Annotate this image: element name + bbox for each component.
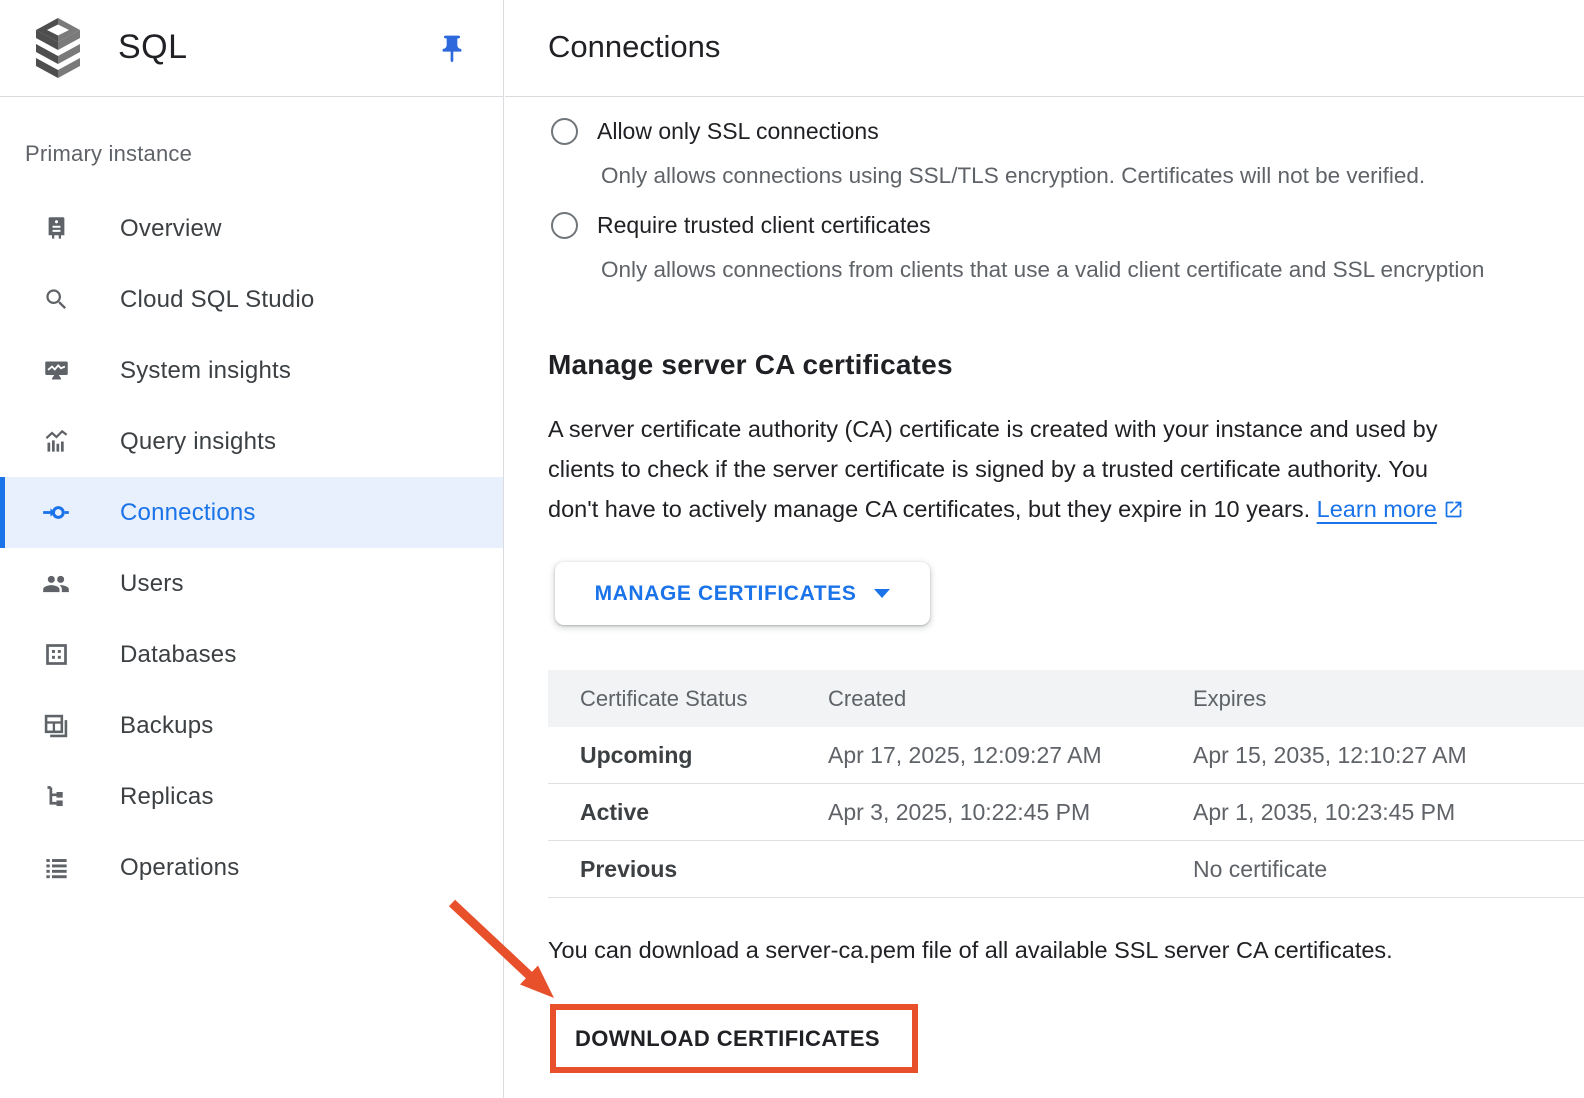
radio-label[interactable]: Require trusted client certificates (597, 212, 931, 239)
sidebar-item-overview[interactable]: Overview (0, 193, 503, 264)
body-line: don't have to actively manage CA certifi… (548, 496, 1310, 522)
column-header: Created (828, 686, 1193, 712)
sidebar-item-label: Databases (120, 641, 237, 669)
sidebar-item-backups[interactable]: Backups (0, 690, 503, 761)
sidebar-item-databases[interactable]: Databases (0, 619, 503, 690)
query-stats-icon (42, 428, 70, 456)
download-certificates-button[interactable]: DOWNLOAD CERTIFICATES (556, 1026, 880, 1052)
cert-created-cell: Apr 17, 2025, 12:09:27 AM (828, 742, 1193, 769)
learn-more-link[interactable]: Learn more (1317, 496, 1464, 522)
sidebar-item-replicas[interactable]: Replicas (0, 761, 503, 832)
section-body: A server certificate authority (CA) cert… (548, 409, 1558, 529)
sidebar-item-operations[interactable]: Operations (0, 832, 503, 903)
sidebar-item-connections[interactable]: Connections (0, 477, 503, 548)
monitoring-icon (42, 357, 70, 385)
table-header-row: Certificate Status Created Expires (548, 670, 1584, 727)
cert-expires-cell: Apr 1, 2035, 10:23:45 PM (1193, 799, 1584, 826)
cert-status-cell: Previous (548, 856, 828, 883)
page-header: Connections (505, 0, 1584, 97)
cert-expires-cell: Apr 15, 2035, 12:10:27 AM (1193, 742, 1584, 769)
sidebar-item-label: Replicas (120, 783, 214, 811)
sidebar-item-label: System insights (120, 357, 291, 385)
external-link-icon (1443, 499, 1464, 520)
annotation-highlight-box: DOWNLOAD CERTIFICATES (550, 1004, 918, 1073)
sidebar-item-label: Query insights (120, 428, 276, 456)
learn-more-label: Learn more (1317, 496, 1437, 522)
radio-label[interactable]: Allow only SSL connections (597, 118, 879, 145)
manage-certificates-label: MANAGE CERTIFICATES (595, 582, 857, 606)
sidebar-item-label: Users (120, 570, 184, 598)
people-icon (42, 570, 70, 598)
column-header: Expires (1193, 686, 1584, 712)
backup-windows-icon (42, 712, 70, 740)
radio-button[interactable] (551, 212, 578, 239)
section-heading: Manage server CA certificates (548, 349, 953, 381)
certificates-table: Certificate Status Created Expires Upcom… (548, 670, 1584, 898)
sidebar-header: SQL (0, 0, 503, 97)
radio-button[interactable] (551, 118, 578, 145)
tree-icon (42, 783, 70, 811)
manage-certificates-button[interactable]: MANAGE CERTIFICATES (555, 562, 930, 625)
sidebar: SQL Primary instance Overview Cloud SQL … (0, 0, 504, 1098)
cert-status-cell: Active (548, 799, 828, 826)
cert-status-cell: Upcoming (548, 742, 828, 769)
sidebar-item-query-insights[interactable]: Query insights (0, 406, 503, 477)
ssl-option-description: Only allows connections using SSL/TLS en… (601, 163, 1425, 189)
sidebar-item-system-insights[interactable]: System insights (0, 335, 503, 406)
cert-expires-cell: No certificate (1193, 856, 1584, 883)
body-line: A server certificate authority (CA) cert… (548, 416, 1437, 442)
sidebar-item-cloud-sql-studio[interactable]: Cloud SQL Studio (0, 264, 503, 335)
main-content: Connections Allow only SSL connections O… (505, 0, 1584, 1098)
cloud-sql-console: SQL Primary instance Overview Cloud SQL … (0, 0, 1584, 1098)
database-grid-icon (42, 641, 70, 669)
sql-product-logo-icon (30, 18, 86, 80)
sidebar-item-users[interactable]: Users (0, 548, 503, 619)
page-title: Connections (548, 29, 720, 65)
sidebar-item-label: Connections (120, 499, 256, 527)
instance-icon (42, 215, 70, 243)
pin-icon[interactable] (436, 33, 468, 65)
list-icon (42, 854, 70, 882)
sidebar-item-label: Operations (120, 854, 239, 882)
dropdown-caret-icon (874, 589, 890, 598)
ssl-option-allow-only-ssl: Allow only SSL connections (551, 118, 879, 145)
table-row: Active Apr 3, 2025, 10:22:45 PM Apr 1, 2… (548, 784, 1584, 841)
cert-created-cell: Apr 3, 2025, 10:22:45 PM (828, 799, 1193, 826)
product-title: SQL (118, 28, 188, 67)
sidebar-item-label: Overview (120, 215, 222, 243)
search-icon (42, 286, 70, 314)
table-row: Upcoming Apr 17, 2025, 12:09:27 AM Apr 1… (548, 727, 1584, 784)
sidebar-item-label: Backups (120, 712, 213, 740)
body-line: clients to check if the server certifica… (548, 456, 1428, 482)
ssl-option-require-client-certs: Require trusted client certificates (551, 212, 931, 239)
sidebar-item-label: Cloud SQL Studio (120, 286, 314, 314)
ssl-option-description: Only allows connections from clients tha… (601, 257, 1484, 283)
instance-section-label: Primary instance (25, 141, 192, 167)
sidebar-nav: Overview Cloud SQL Studio System insight… (0, 193, 503, 903)
column-header: Certificate Status (548, 686, 828, 712)
input-icon (42, 499, 70, 527)
table-row: Previous No certificate (548, 841, 1584, 898)
download-info-text: You can download a server-ca.pem file of… (548, 937, 1393, 964)
